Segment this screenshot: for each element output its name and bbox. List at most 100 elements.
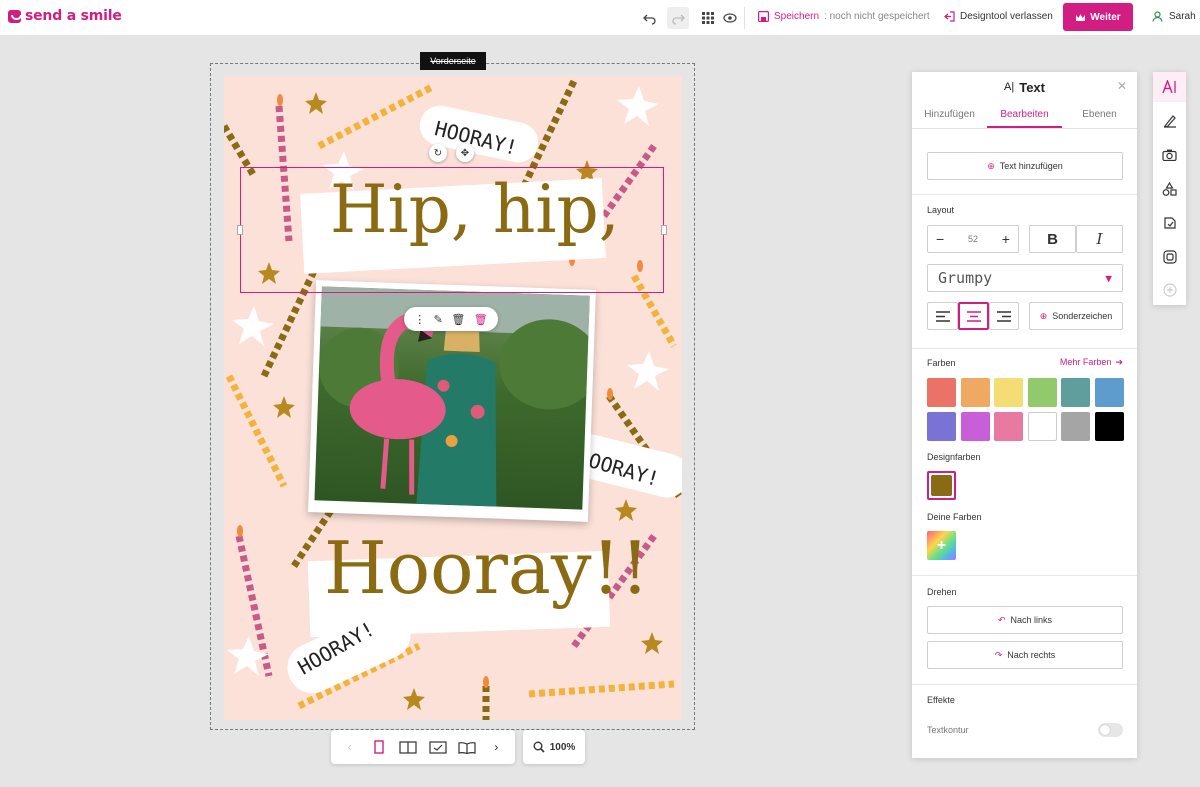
color-swatch[interactable] [994,378,1023,407]
text-outline-toggle[interactable] [1098,723,1123,737]
align-center-button[interactable] [958,302,989,330]
add-custom-color-button[interactable]: + [927,531,956,560]
rotate-left-label: Nach links [1010,615,1053,625]
align-right-icon [997,310,1011,322]
add-text-label: Text hinzufügen [999,161,1063,171]
move-handle-icon[interactable]: ✥ [456,144,474,162]
design-colors-label: Designfarben [927,452,981,462]
camera-icon[interactable] [1153,140,1186,170]
color-swatch[interactable] [927,412,956,441]
special-characters-label: Sonderzeichen [1052,311,1113,321]
next-page-icon[interactable]: › [486,737,506,757]
your-colors-label: Deine Farben [927,512,982,522]
bottom-headline-text[interactable]: Hooray!! [324,526,649,610]
tab-add[interactable]: Hinzufügen [912,105,987,128]
zoom-control[interactable]: 100% [523,730,585,764]
color-swatch[interactable] [960,378,990,407]
page-inside-left-icon[interactable] [398,737,418,757]
color-swatch[interactable] [1027,378,1057,407]
chevron-down-icon: ▼ [1105,271,1112,285]
more-vertical-icon[interactable]: ⋮ [414,313,425,326]
rotate-handle-icon[interactable]: ↻ [429,144,447,162]
design-color-swatch[interactable] [927,471,956,500]
page-front-icon[interactable] [369,737,389,757]
layout-label: Layout [927,205,955,215]
colors-label: Farben [927,358,956,368]
color-swatch[interactable] [960,412,990,441]
color-swatch[interactable] [1094,412,1124,441]
next-label: Weiter [1090,11,1121,23]
panel-header: A| Text [912,72,1137,102]
color-swatch[interactable] [1061,378,1090,407]
arrow-right-icon: ➔ [1115,357,1123,367]
frame-icon[interactable] [1153,242,1186,272]
special-characters-button[interactable]: ⊕ Sonderzeichen [1029,302,1123,330]
more-colors-link[interactable]: Mehr Farben ➔ [1060,357,1123,368]
page-inside-right-icon[interactable] [428,737,448,757]
next-button[interactable]: Weiter [1063,3,1133,31]
align-left-button[interactable] [927,302,958,330]
leave-label: Designtool verlassen [960,11,1053,22]
text-icon[interactable] [1153,72,1186,102]
panel-tabs: Hinzufügen Bearbeiten Ebenen [912,105,1137,129]
color-swatch[interactable] [1061,412,1090,441]
color-swatch[interactable] [1094,378,1124,407]
top-bar: send a smile Speichern : noch nicht gespe… [0,0,1200,36]
eye-icon[interactable] [719,7,741,29]
text-outline-label: Textkontur [927,725,969,735]
design-color-fill [931,475,952,496]
shapes-icon[interactable] [1153,174,1186,204]
page-navigation-bar: ‹ › [331,730,515,764]
delete-icon[interactable]: 🗑 [474,313,488,326]
tab-edit[interactable]: Bearbeiten [987,105,1062,128]
plus-circle-icon: ⊕ [987,160,995,171]
page-back-icon[interactable] [457,737,477,757]
panel-title: Text [1019,79,1045,95]
layer-icon[interactable]: 🗑 [451,313,465,326]
tab-layers[interactable]: Ebenen [1062,105,1137,128]
align-left-icon [935,310,950,322]
tool-rail [1153,72,1186,305]
side-label: Vorderseite [420,52,486,70]
resize-handle-right[interactable] [661,225,667,235]
logo[interactable]: send a smile [8,8,122,24]
color-swatch[interactable] [994,412,1023,441]
user-menu[interactable]: Sarah [1152,11,1196,22]
divider [912,684,1137,685]
align-right-button[interactable] [989,302,1019,330]
magic-wand-icon[interactable]: ✎ [434,313,443,326]
save-status: : noch nicht gespeichert [824,11,930,22]
color-swatch[interactable] [927,378,956,407]
effects-label: Effekte [927,695,955,705]
close-icon[interactable]: ✕ [1117,79,1127,93]
leave-design-tool-button[interactable]: Designtool verlassen [944,11,1053,22]
resize-handle-left[interactable] [237,225,243,235]
grid-icon[interactable] [697,7,719,29]
save-button[interactable]: Speichern : noch nicht gespeichert [758,11,930,22]
redo-icon[interactable] [667,7,689,29]
minus-icon[interactable]: − [936,231,944,247]
toolbar-divider [744,7,745,29]
save-icon [758,11,769,22]
prev-page-icon[interactable]: ‹ [340,737,360,757]
rotate-right-button[interactable]: ↷ Nach rechts [927,641,1123,669]
text-selection-box[interactable] [237,167,667,293]
rotate-left-button[interactable]: ↶ Nach links [927,606,1123,634]
draw-icon[interactable] [1153,106,1186,136]
font-size-stepper[interactable]: − 52 + [927,225,1019,253]
add-text-button[interactable]: ⊕ Text hinzufügen [927,152,1123,180]
bold-button[interactable]: B [1029,225,1076,253]
plus-icon[interactable]: + [1002,231,1010,247]
italic-button[interactable]: I [1076,225,1123,253]
rotate-left-icon: ↶ [997,614,1006,625]
color-swatch[interactable] [1027,412,1057,441]
sticker-icon[interactable] [1153,208,1186,238]
undo-icon[interactable] [639,7,661,29]
rotate-label: Drehen [927,587,957,597]
divider [912,194,1137,195]
add-icon[interactable] [1153,275,1186,305]
crown-icon [1076,13,1086,21]
save-label: Speichern [774,11,820,22]
logo-icon [8,9,22,23]
font-select[interactable]: Grumpy ▼ [927,264,1123,292]
